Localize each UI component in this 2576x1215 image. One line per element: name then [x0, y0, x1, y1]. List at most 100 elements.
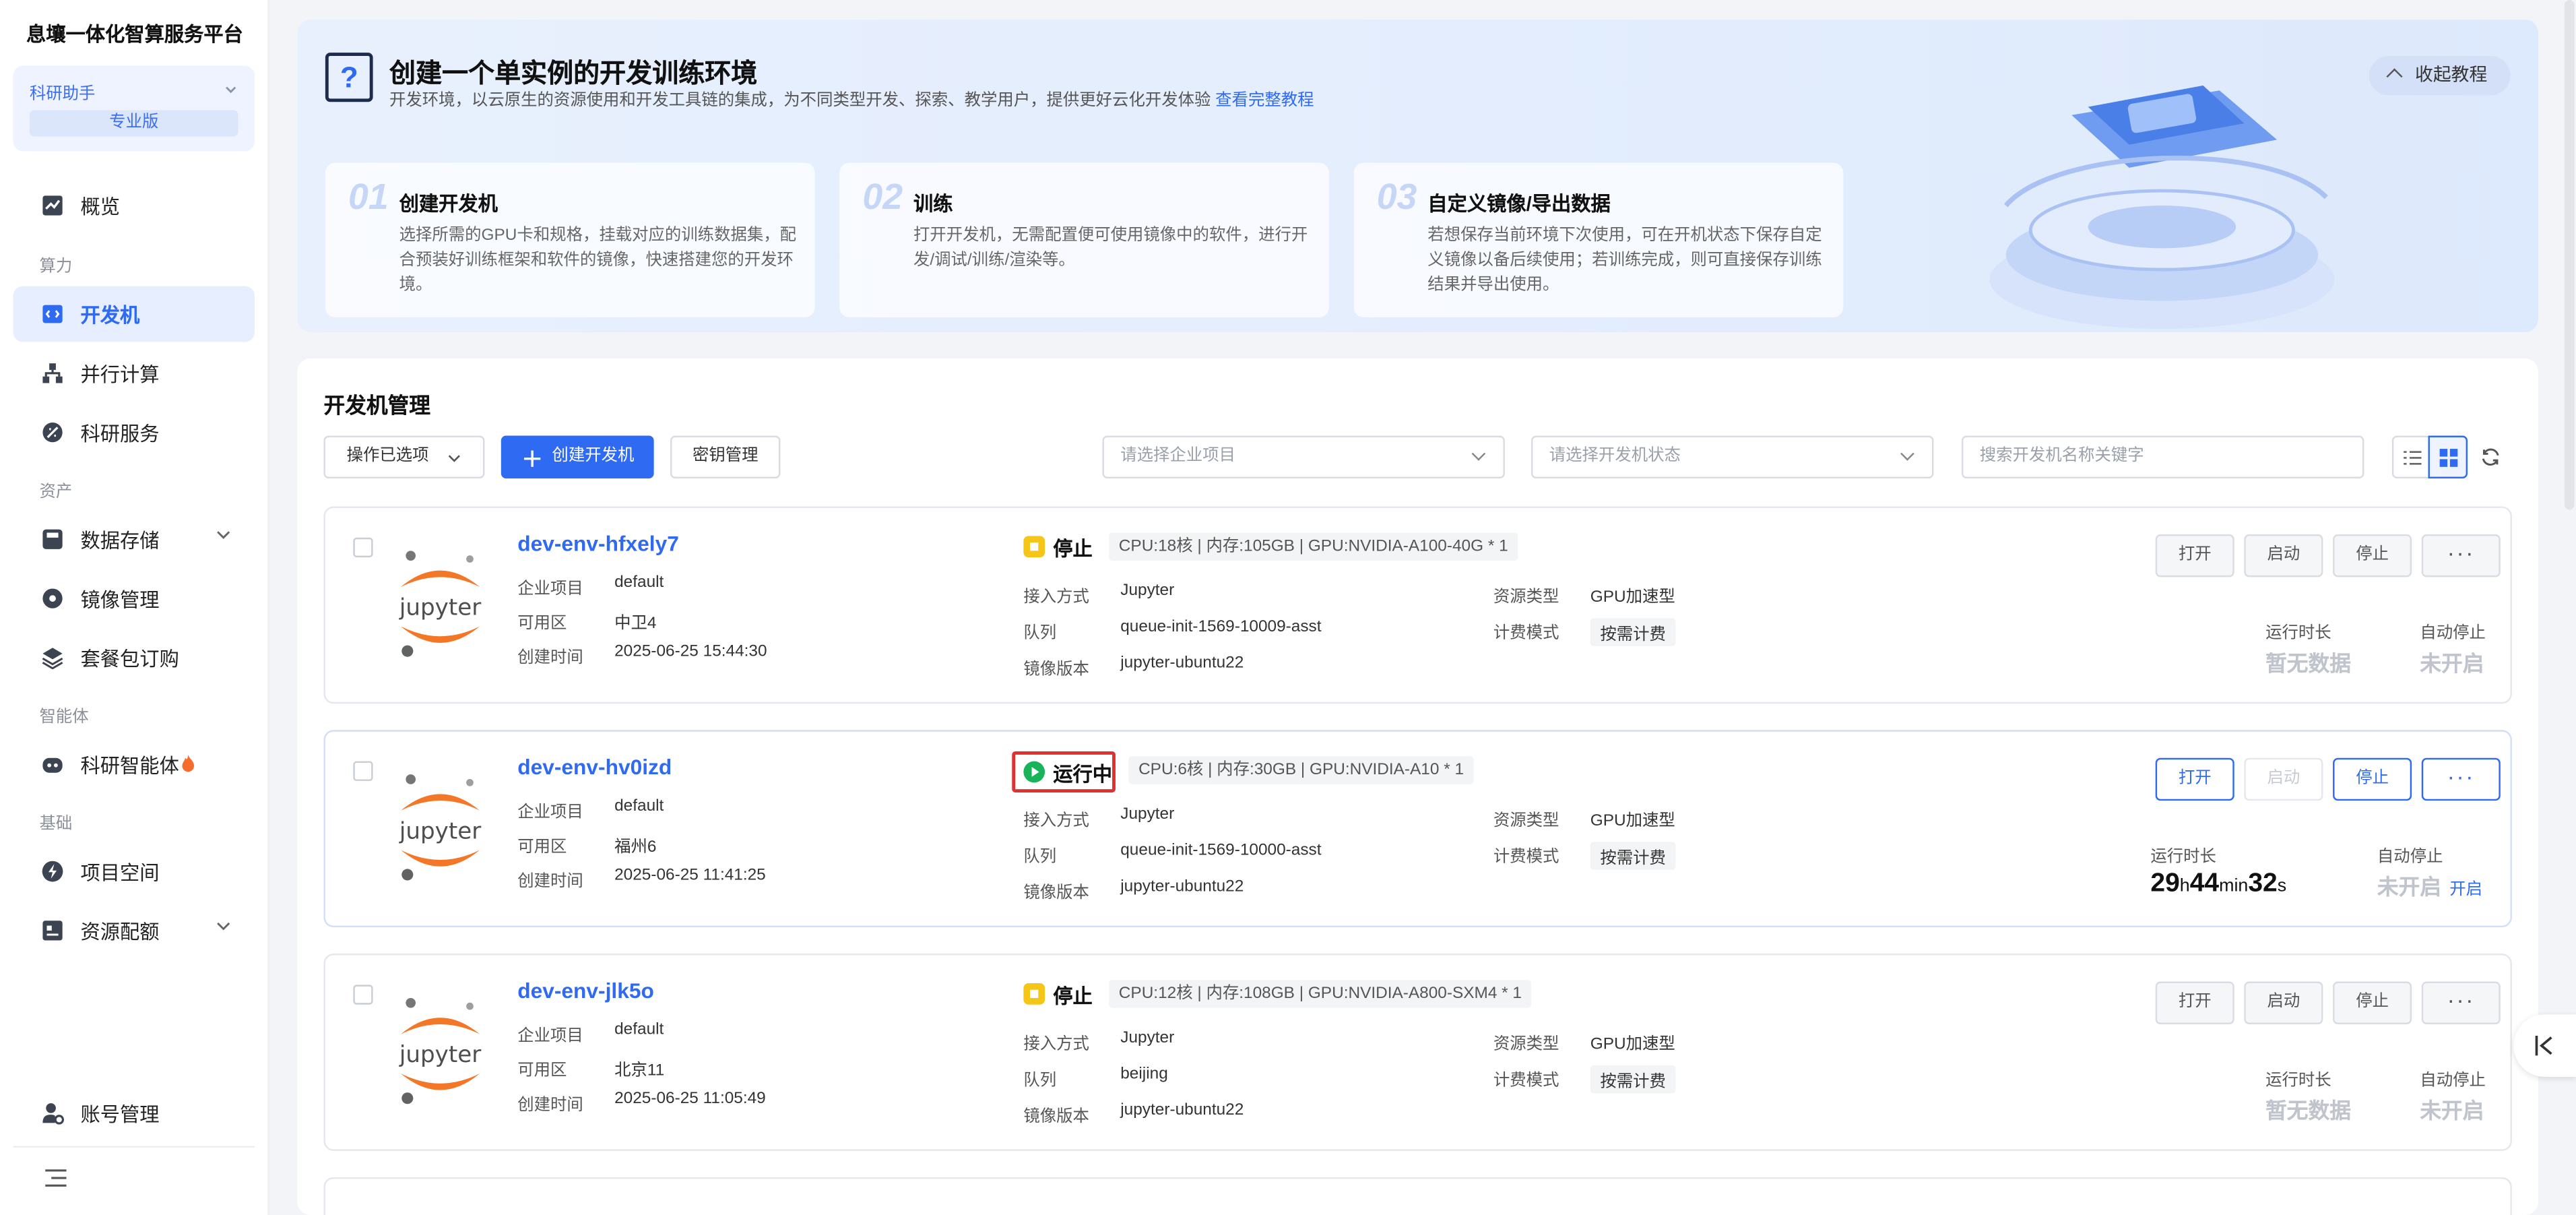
- field-label: 队列: [1023, 625, 1057, 643]
- sidebar: 息壤一体化智算服务平台 科研助手 专业版 概览 算力 开发机 并行计算 科研服务…: [0, 0, 269, 1215]
- section-label: 基础: [39, 815, 73, 834]
- expand-panel-button[interactable]: [2513, 1014, 2576, 1078]
- enable-auto-stop-link[interactable]: 开启: [2449, 875, 2482, 900]
- more-button[interactable]: ···: [2421, 534, 2501, 578]
- list-icon: [2404, 451, 2422, 465]
- spec-tag: CPU:12核 | 内存:108GB | GPU:NVIDIA-A800-SXM…: [1109, 980, 1532, 1008]
- stop-button[interactable]: 停止: [2333, 757, 2412, 801]
- field-label: 可用区: [517, 615, 567, 633]
- grid-view-toggle[interactable]: [2428, 435, 2468, 478]
- field-value: queue-init-1569-10009-asst: [1120, 618, 1322, 637]
- create-label: 创建开发机: [552, 447, 635, 466]
- field-value: 按需计费: [1590, 1065, 1676, 1094]
- open-button[interactable]: 打开: [2155, 534, 2234, 578]
- start-button[interactable]: 启动: [2244, 757, 2323, 801]
- create-devmachine-button[interactable]: 创建开发机: [501, 435, 654, 478]
- field-value: 福州6: [614, 838, 657, 857]
- devmachine-card: jupyter dev-env-jlk5o 企业项目 default 可用区 北京1…: [323, 954, 2512, 1151]
- runtime-label: 运行时长: [2265, 1071, 2331, 1090]
- tutorial-link[interactable]: 查看完整教程: [1215, 92, 1314, 111]
- sidebar-item-packages[interactable]: 套餐包订购: [13, 629, 255, 685]
- stop-button[interactable]: 停止: [2333, 534, 2412, 578]
- field-label: 队列: [1023, 1071, 1057, 1090]
- field-label: 企业项目: [517, 1027, 583, 1046]
- hierarchy-icon: [42, 363, 63, 383]
- row-checkbox[interactable]: [353, 761, 373, 781]
- created-field: 创建时间 2025-06-25 15:44:30: [517, 643, 767, 668]
- sidebar-item-devmachine[interactable]: 开发机: [13, 286, 255, 342]
- sidebar-item-storage[interactable]: 数据存储: [13, 511, 255, 567]
- auto-stop-label: 自动停止: [2377, 848, 2443, 867]
- spec-tag: CPU:18核 | 内存:105GB | GPU:NVIDIA-A100-40G…: [1109, 532, 1518, 561]
- devmachine-name[interactable]: dev-env-hfxely7: [517, 531, 679, 556]
- sidebar-item-label: 数据存储: [80, 529, 160, 553]
- chevron-up-icon: [2386, 68, 2403, 85]
- sidebar-item-label: 概览: [80, 195, 121, 219]
- stop-button[interactable]: 停止: [2333, 981, 2412, 1024]
- row-checkbox[interactable]: [353, 537, 373, 558]
- plus-icon: [523, 450, 541, 467]
- refresh-icon[interactable]: [2481, 447, 2501, 467]
- search-input[interactable]: 搜索开发机名称关键字: [1961, 435, 2364, 478]
- panel-title: 开发机管理: [323, 393, 430, 418]
- brand-title: 息壤一体化智算服务平台: [26, 23, 243, 46]
- project-select[interactable]: 请选择企业项目: [1102, 435, 1505, 478]
- open-button[interactable]: 打开: [2155, 981, 2234, 1024]
- status-indicator: 运行中: [1012, 751, 1116, 792]
- more-button[interactable]: ···: [2421, 757, 2501, 801]
- sidebar-item-label: 套餐包订购: [80, 648, 179, 671]
- start-button[interactable]: 启动: [2244, 981, 2323, 1024]
- quota-icon: [42, 921, 63, 941]
- robot-icon: [42, 757, 63, 773]
- field-label: 计费模式: [1493, 848, 1559, 867]
- sidebar-item-agent[interactable]: 科研智能体: [13, 737, 255, 792]
- field-value: queue-init-1569-10000-asst: [1120, 842, 1322, 861]
- start-button[interactable]: 启动: [2244, 534, 2323, 578]
- queue-field: 队列 queue-init-1569-10009-asst: [1023, 618, 1321, 643]
- status-text: 运行中: [1053, 763, 1113, 786]
- devmachine-name[interactable]: dev-env-jlk5o: [517, 978, 654, 1003]
- chevron-down-icon: [226, 86, 236, 94]
- runtime-hours: 29: [2150, 869, 2180, 898]
- step-title: 训练: [913, 192, 953, 216]
- sidebar-item-quota[interactable]: 资源配额: [13, 902, 255, 958]
- sidebar-item-account[interactable]: 账号管理: [13, 1085, 255, 1141]
- runtime-value: 暂无数据: [2265, 651, 2351, 676]
- open-button[interactable]: 打开: [2155, 757, 2234, 801]
- devmachine-card: jupyter dev-env-hfxely7 企业项目 default 可用区 中…: [323, 506, 2512, 704]
- zone-field: 可用区 北京11: [517, 1055, 664, 1080]
- key-management-button[interactable]: 密钥管理: [670, 435, 781, 478]
- status-indicator: 停止: [1023, 531, 1122, 564]
- billing-field: 计费模式 按需计费: [1493, 618, 1676, 646]
- sidebar-item-project-space[interactable]: 项目空间: [13, 844, 255, 900]
- list-view-toggle[interactable]: [2391, 435, 2432, 478]
- collapse-tutorial-button[interactable]: 收起教程: [2369, 55, 2511, 96]
- row-checkbox[interactable]: [353, 985, 373, 1005]
- field-value: 2025-06-25 15:44:30: [614, 642, 767, 661]
- field-label: 创建时间: [517, 1096, 583, 1115]
- menu-fold-icon[interactable]: [44, 1169, 67, 1187]
- status-indicator: 停止: [1023, 978, 1122, 1011]
- field-label: 创建时间: [517, 649, 583, 668]
- res-type-field: 资源类型 GPU加速型: [1493, 582, 1675, 606]
- zone-field: 可用区 中卫4: [517, 609, 656, 633]
- field-value: 按需计费: [1590, 842, 1676, 870]
- scrollbar[interactable]: [2564, 0, 2575, 510]
- devmachine-name[interactable]: dev-env-hv0izd: [517, 755, 672, 780]
- sidebar-item-overview[interactable]: 概览: [13, 177, 255, 233]
- disc-icon: [42, 588, 63, 609]
- sidebar-item-images[interactable]: 镜像管理: [13, 571, 255, 627]
- status-select[interactable]: 请选择开发机状态: [1531, 435, 1934, 478]
- section-label: 算力: [39, 258, 73, 276]
- field-value: jupyter-ubuntu22: [1120, 654, 1244, 673]
- sidebar-item-parallel[interactable]: 并行计算: [13, 345, 255, 401]
- more-button[interactable]: ···: [2421, 981, 2501, 1024]
- sidebar-item-research[interactable]: 科研服务: [13, 404, 255, 460]
- image-field: 镜像版本 jupyter-ubuntu22: [1023, 1102, 1244, 1127]
- bulk-actions-dropdown[interactable]: 操作已选项: [323, 435, 485, 478]
- workspace-selector[interactable]: 科研助手 专业版: [13, 65, 255, 152]
- step-desc: 选择所需的GPU卡和规格，挂载对应的训练数据集，配合预装好训练框架和软件的镜像，…: [399, 226, 797, 294]
- sidebar-item-label: 账号管理: [80, 1103, 160, 1127]
- auto-stop-value: 未开启: [2377, 874, 2442, 900]
- field-value: 北京11: [614, 1062, 665, 1080]
